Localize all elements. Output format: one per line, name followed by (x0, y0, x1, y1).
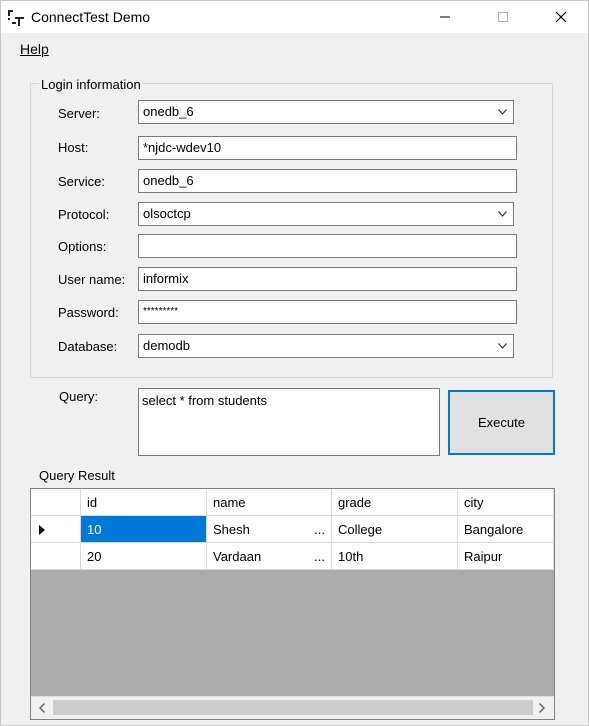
server-value: onedb_6 (143, 104, 194, 119)
database-combo[interactable]: demodb (138, 334, 514, 358)
table-cell[interactable]: Raipur (458, 543, 554, 570)
maximize-button[interactable] (480, 1, 526, 33)
scroll-left-icon (39, 703, 45, 713)
maximize-icon (498, 12, 508, 22)
menu-bar: Help (1, 33, 588, 63)
database-label: Database: (58, 339, 118, 354)
column-header-name[interactable]: name (207, 489, 332, 516)
chevron-down-icon (498, 109, 507, 115)
query-textarea[interactable]: select * from students (138, 388, 440, 456)
scroll-right-icon (539, 703, 545, 713)
app-icon (8, 10, 24, 26)
title-bar[interactable]: ConnectTest Demo (1, 1, 588, 33)
execute-button[interactable]: Execute (448, 390, 555, 455)
minimize-icon (440, 16, 450, 18)
service-value: onedb_6 (143, 173, 194, 188)
cell-ellipsis: ... (314, 522, 325, 537)
password-field[interactable]: ********* (138, 300, 517, 324)
table-cell[interactable]: Bangalore (458, 516, 554, 543)
column-header-grade[interactable]: grade (332, 489, 458, 516)
cell-ellipsis: ... (314, 549, 325, 564)
protocol-value: olsoctcp (143, 206, 191, 221)
table-cell[interactable]: Vardaan... (207, 543, 332, 570)
column-header-id[interactable]: id (81, 489, 207, 516)
cell-value: 10th (338, 549, 364, 564)
server-label: Server: (58, 106, 100, 121)
menu-help[interactable]: Help (20, 41, 49, 57)
password-value: ********* (143, 306, 179, 317)
query-result-grid[interactable]: id name grade city 10 Shesh... College B… (30, 488, 555, 720)
password-label: Password: (58, 305, 119, 320)
query-result-label: Query Result (39, 468, 115, 483)
protocol-combo[interactable]: olsoctcp (138, 202, 514, 226)
app-window: ConnectTest Demo Help Login information … (0, 0, 589, 726)
table-cell[interactable]: College (332, 516, 458, 543)
minimize-button[interactable] (422, 1, 468, 33)
cell-value: Bangalore (464, 522, 524, 537)
close-icon (555, 11, 567, 23)
column-header-label: city (464, 495, 484, 510)
column-header-label: id (87, 495, 98, 510)
login-group-title: Login information (39, 77, 143, 92)
horizontal-scrollbar[interactable] (31, 696, 554, 719)
host-label: Host: (58, 140, 89, 155)
cell-value: 20 (87, 549, 102, 564)
username-value: informix (143, 271, 189, 286)
username-field[interactable]: informix (138, 267, 517, 291)
scroll-left-button[interactable] (33, 699, 51, 717)
cell-value: College (338, 522, 383, 537)
close-button[interactable] (538, 1, 584, 33)
window-title: ConnectTest Demo (31, 9, 151, 25)
column-header-label: name (213, 495, 246, 510)
chevron-down-icon (498, 343, 507, 349)
host-value: *njdc-wdev10 (143, 140, 222, 155)
cell-value: Vardaan (213, 549, 262, 564)
query-label: Query: (59, 389, 99, 404)
grid-corner-header[interactable] (31, 489, 81, 516)
username-label: User name: (58, 272, 126, 287)
service-label: Service: (58, 174, 105, 189)
server-combo[interactable]: onedb_6 (138, 100, 514, 124)
column-header-city[interactable]: city (458, 489, 554, 516)
table-cell[interactable]: Shesh... (207, 516, 332, 543)
execute-label: Execute (478, 415, 525, 430)
table-cell[interactable]: 10th (332, 543, 458, 570)
cell-value: Raipur (464, 549, 503, 564)
chevron-down-icon (498, 211, 507, 217)
table-cell[interactable]: 20 (81, 543, 207, 570)
options-field[interactable] (138, 234, 517, 258)
table-cell[interactable]: 10 (81, 516, 207, 543)
row-header[interactable] (31, 543, 81, 570)
host-field[interactable]: *njdc-wdev10 (138, 136, 517, 160)
query-text: select * from students (142, 393, 267, 408)
row-pointer-icon (39, 525, 45, 535)
scrollbar-thumb[interactable] (53, 700, 533, 715)
scroll-right-button[interactable] (533, 699, 551, 717)
row-header[interactable] (31, 516, 81, 543)
column-header-label: grade (338, 495, 372, 510)
database-value: demodb (143, 338, 190, 353)
service-field[interactable]: onedb_6 (138, 169, 517, 193)
options-label: Options: (58, 239, 107, 254)
protocol-label: Protocol: (58, 207, 110, 222)
cell-value: Shesh (213, 522, 250, 537)
cell-value: 10 (87, 522, 102, 537)
